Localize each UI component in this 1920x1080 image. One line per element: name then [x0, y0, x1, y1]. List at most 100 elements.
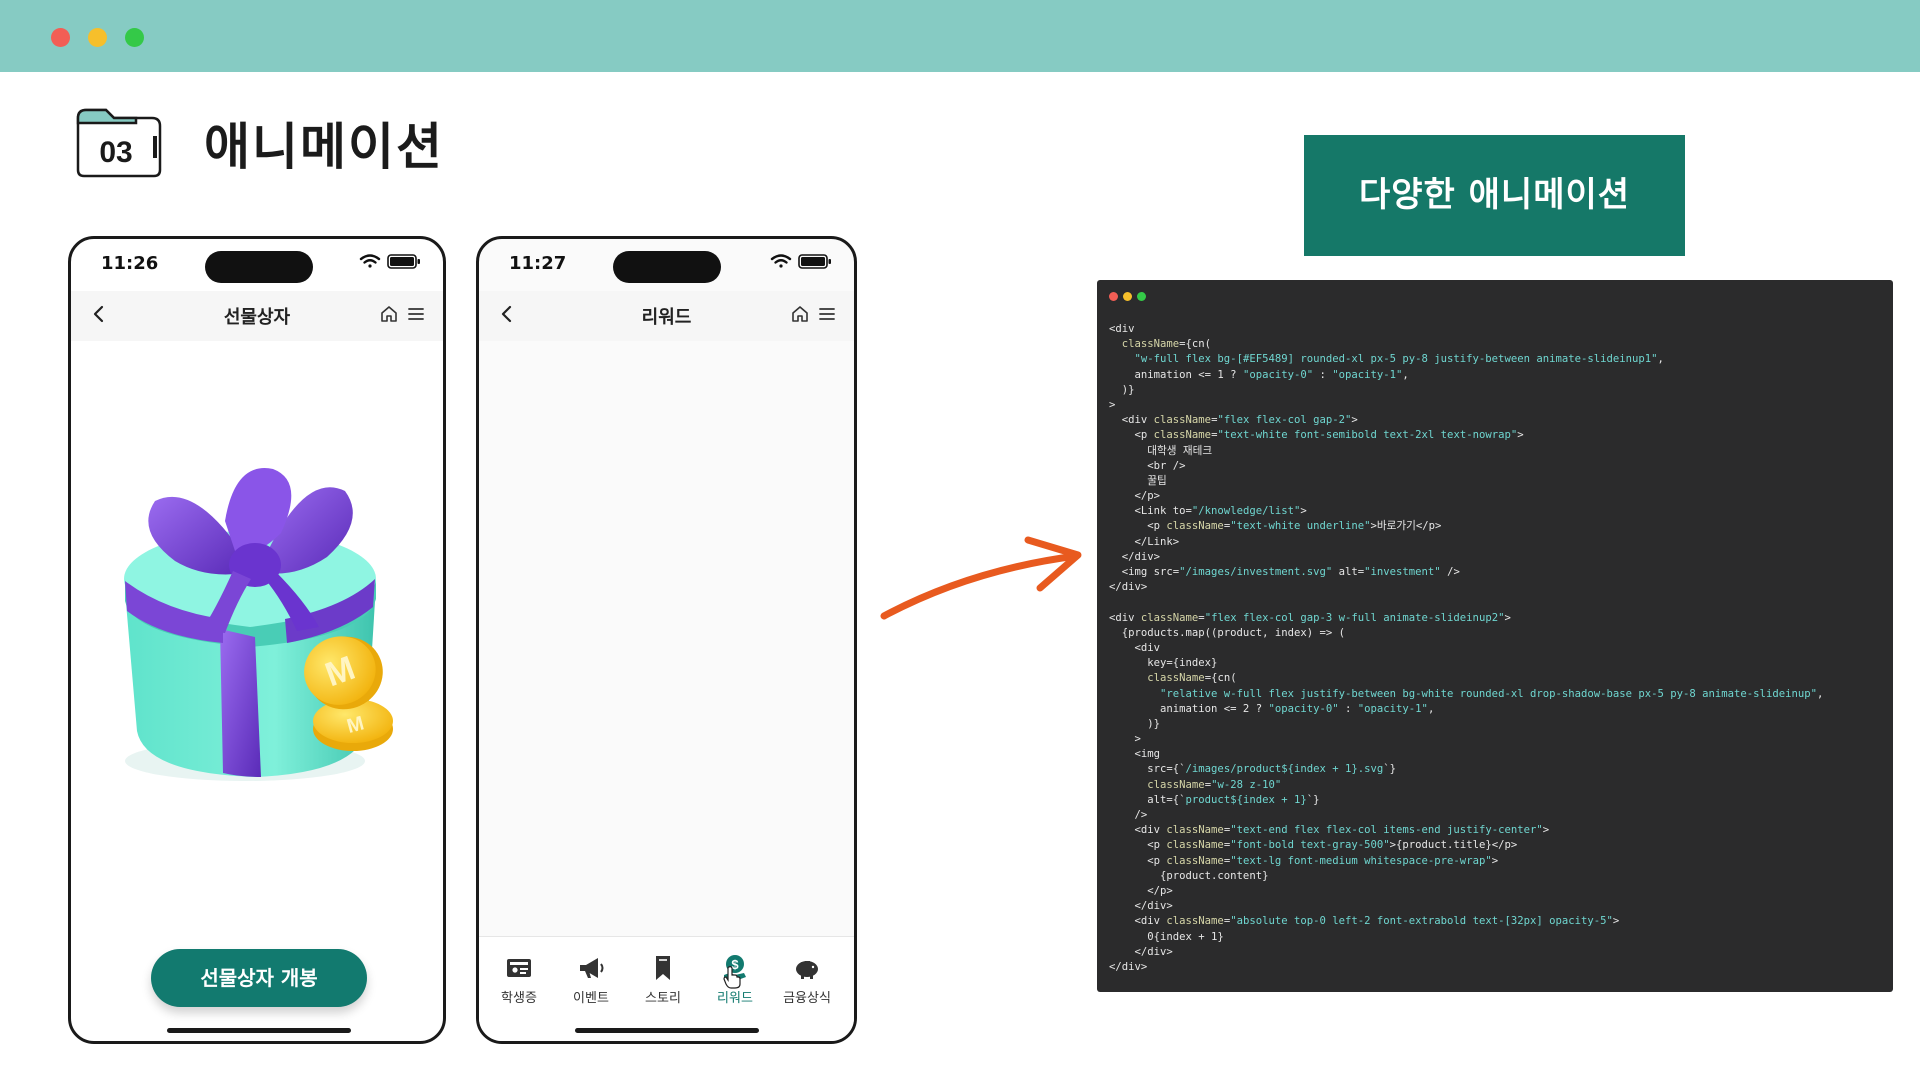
code-minimize-dot — [1123, 292, 1132, 301]
code-token: "flex flex-col gap-3 w-full animate-slid… — [1204, 611, 1505, 624]
code-line: <p className="text-white underline">바로가기… — [1109, 519, 1823, 534]
status-time: 11:26 — [101, 253, 159, 274]
code-token: <div — [1109, 323, 1135, 335]
code-line: {product.content} — [1109, 869, 1823, 884]
code-token: > — [1612, 915, 1620, 928]
code-token: , — [1427, 702, 1435, 715]
code-line: </div> — [1109, 580, 1823, 595]
code-token: className — [1153, 429, 1212, 442]
code-line: className="w-28 z-10" — [1109, 778, 1823, 793]
code-listing: <div className={cn( "w-full flex bg-[#EF… — [1109, 322, 1823, 975]
code-token: "w-full flex bg-[#EF5489] rounded-xl px-… — [1134, 353, 1658, 366]
code-line: 0{index + 1} — [1109, 930, 1823, 945]
code-line: <div className="flex flex-col gap-3 w-fu… — [1109, 611, 1823, 626]
tab-student-id[interactable]: 학생증 — [487, 953, 551, 1006]
section-number-badge: 03 — [76, 108, 162, 178]
code-line: )} — [1109, 383, 1823, 398]
code-token: alt= — [1332, 566, 1365, 578]
code-token: <img — [1109, 748, 1161, 761]
code-token: <p — [1109, 520, 1167, 533]
code-token: "investment" — [1364, 566, 1441, 578]
tab-label: 리워드 — [717, 991, 753, 1006]
menu-icon[interactable] — [407, 304, 425, 324]
menu-icon[interactable] — [818, 304, 836, 324]
code-line: </p> — [1109, 884, 1823, 899]
code-token: "text-white font-semibold text-2xl text-… — [1217, 429, 1518, 442]
code-token: <div — [1109, 824, 1167, 837]
code-token: <img src= — [1109, 566, 1180, 578]
code-token: "text-white underline" — [1230, 520, 1371, 533]
code-line: {products.map((product, index) => ( — [1109, 626, 1823, 641]
code-token: </div> — [1109, 581, 1148, 594]
code-token: key={index} — [1109, 657, 1218, 670]
code-token: ={cn( — [1179, 338, 1212, 351]
home-icon[interactable] — [790, 304, 810, 324]
minimize-window-button[interactable] — [88, 28, 107, 47]
code-line: > — [1109, 398, 1823, 413]
status-icons — [359, 254, 420, 269]
code-line: alt={`product${index + 1}`} — [1109, 793, 1823, 808]
nav-bar: 선물상자 — [71, 291, 443, 341]
code-line: <img src="/images/investment.svg" alt="i… — [1109, 565, 1823, 580]
code-token: className — [1166, 839, 1224, 852]
code-token: </Link> — [1109, 535, 1180, 548]
tab-financial-knowledge[interactable]: 금융상식 — [775, 953, 839, 1006]
home-icon[interactable] — [379, 304, 399, 324]
code-token: <br /> — [1109, 459, 1186, 472]
code-line: </Link> — [1109, 535, 1823, 550]
code-token: </div> — [1109, 945, 1173, 958]
wifi-icon — [359, 254, 381, 268]
code-token: `} — [1306, 793, 1320, 806]
home-indicator — [575, 1028, 759, 1033]
code-token: , — [1402, 368, 1409, 381]
phone-reward-screen: 11:27 리워드 학생증 이벤트 스토리 $ 리워드 금융상식 — [476, 236, 857, 1044]
nav-bar: 리워드 — [479, 291, 854, 341]
code-token: "opacity-0" — [1242, 368, 1314, 381]
code-line: <img — [1109, 747, 1823, 762]
code-token: ={cn( — [1204, 672, 1237, 685]
code-token: className — [1166, 854, 1224, 867]
gift-box-illustration: M M — [124, 468, 393, 781]
close-window-button[interactable] — [51, 28, 70, 47]
code-token: className — [1121, 338, 1180, 351]
code-line: </div> — [1109, 945, 1823, 960]
code-token: className — [1166, 520, 1224, 533]
folder-icon: 03 — [76, 108, 162, 178]
piggy-bank-icon — [796, 961, 818, 979]
code-line: <Link to="/knowledge/list"> — [1109, 504, 1823, 519]
code-token: {product.content} — [1109, 869, 1269, 882]
hand-cursor-icon — [723, 966, 741, 989]
code-token: className — [1140, 611, 1199, 624]
window-title-bar — [0, 0, 1920, 72]
open-gift-box-button[interactable]: 선물상자 개봉 — [151, 949, 367, 1007]
code-token: 대학생 재테크 — [1109, 444, 1213, 457]
code-token: </div> — [1109, 960, 1148, 973]
code-token: className — [1166, 824, 1224, 837]
tab-label: 금융상식 — [783, 991, 831, 1006]
code-line: <div — [1109, 322, 1823, 337]
code-token: /> — [1109, 809, 1148, 821]
code-token: >{product.title}</p> — [1389, 839, 1518, 852]
code-token: "relative w-full flex justify-between bg… — [1160, 687, 1817, 700]
id-card-icon — [507, 959, 531, 977]
code-token: : — [1313, 368, 1333, 381]
wifi-icon — [770, 254, 792, 268]
maximize-window-button[interactable] — [125, 28, 144, 47]
code-token: </p> — [1109, 884, 1173, 897]
code-token: {products.map((product, index) => ( — [1109, 626, 1345, 639]
code-token: </div> — [1109, 900, 1173, 913]
code-token: > — [1109, 398, 1116, 411]
code-line: 꿀팁 — [1109, 474, 1823, 489]
code-line: className={cn( — [1109, 671, 1823, 686]
code-line: )} — [1109, 717, 1823, 732]
tab-story[interactable]: 스토리 — [631, 953, 695, 1006]
code-token: <div — [1109, 915, 1167, 928]
code-token: <div — [1109, 414, 1154, 427]
code-token: , — [1816, 687, 1824, 700]
code-token: > — [1109, 733, 1141, 746]
code-line: "w-full flex bg-[#EF5489] rounded-xl px-… — [1109, 352, 1823, 367]
tab-event[interactable]: 이벤트 — [559, 953, 623, 1006]
